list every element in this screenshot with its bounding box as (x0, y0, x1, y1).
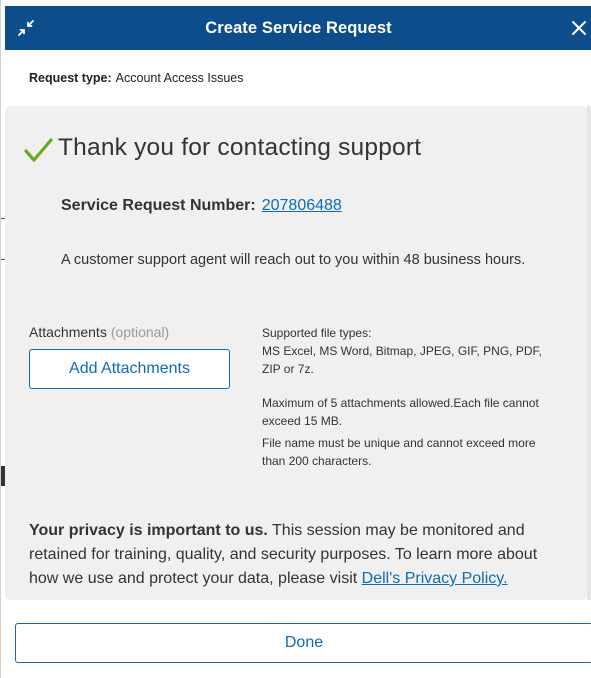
privacy-policy-link[interactable]: Dell's Privacy Policy. (362, 570, 508, 587)
srn-link[interactable]: 207806488 (262, 197, 342, 214)
privacy-notice: Your privacy is important to us. This se… (29, 519, 569, 591)
checkmark-icon (24, 138, 53, 162)
attachments-label: Attachments (optional) (29, 324, 169, 340)
supported-types-list: MS Excel, MS Word, Bitmap, JPEG, GIF, PN… (262, 344, 542, 376)
dialog-title: Create Service Request (205, 18, 392, 37)
supported-types-label: Supported file types: (262, 326, 372, 340)
request-type-label: Request type: (29, 71, 112, 85)
file-requirements: Supported file types: MS Excel, MS Word,… (262, 324, 552, 470)
agent-message: A customer support agent will reach out … (61, 252, 526, 268)
service-request-number: Service Request Number: 207806488 (61, 197, 342, 215)
dialog-header: Create Service Request (5, 6, 591, 50)
scrollbar[interactable] (587, 106, 591, 600)
request-type: Request type: Account Access Issues (29, 71, 244, 85)
attachments-title: Attachments (29, 324, 107, 340)
service-request-dialog: Create Service Request Request type: Acco… (0, 0, 591, 678)
max-attachments-note: Maximum of 5 attachments allowed.Each fi… (262, 396, 539, 428)
done-button[interactable]: Done (15, 623, 591, 663)
request-type-value: Account Access Issues (115, 71, 244, 85)
add-attachments-button[interactable]: Add Attachments (29, 349, 230, 389)
attachments-optional: (optional) (110, 324, 170, 340)
confirmation-heading: Thank you for contacting support (58, 134, 422, 161)
privacy-heading: Your privacy is important to us. (29, 522, 268, 539)
filename-note: File name must be unique and cannot exce… (262, 436, 536, 468)
collapse-arrows-icon[interactable] (17, 19, 35, 37)
close-icon[interactable] (568, 17, 590, 39)
srn-label: Service Request Number: (61, 197, 256, 214)
